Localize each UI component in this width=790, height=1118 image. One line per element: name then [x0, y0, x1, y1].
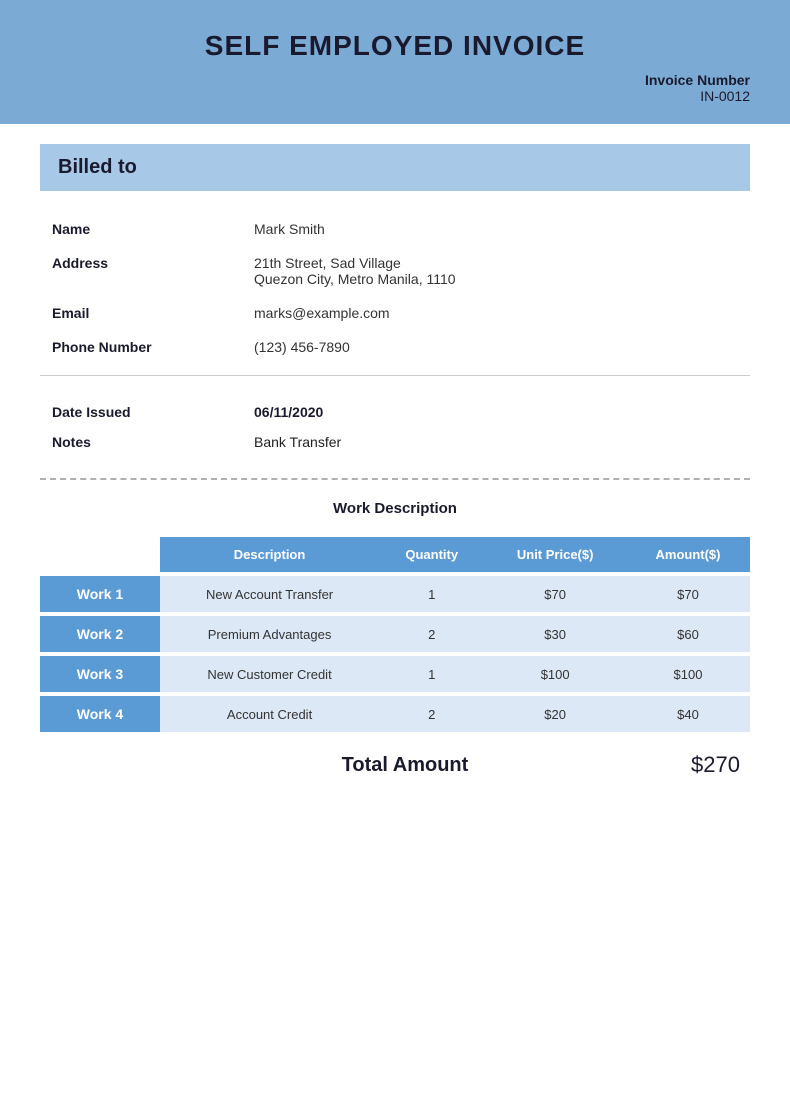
work-unit-price: $30 — [484, 616, 626, 652]
total-label: Total Amount — [170, 754, 640, 777]
dashed-divider — [40, 478, 750, 480]
total-section: Total Amount $270 — [40, 736, 750, 778]
date-issued-value: 06/11/2020 — [244, 398, 748, 426]
field-value: (123) 456-7890 — [244, 331, 748, 363]
table-row: Work 4 Account Credit 2 $20 $40 — [40, 696, 750, 732]
work-amount: $100 — [626, 656, 750, 692]
col-header-quantity: Quantity — [379, 537, 484, 572]
work-quantity: 2 — [379, 616, 484, 652]
work-description: Premium Advantages — [160, 616, 379, 652]
table-row: Notes Bank Transfer — [42, 428, 748, 456]
col-header-amount: Amount($) — [626, 537, 750, 572]
work-amount: $40 — [626, 696, 750, 732]
work-description: New Customer Credit — [160, 656, 379, 692]
work-table: Description Quantity Unit Price($) Amoun… — [40, 533, 750, 736]
invoice-number-value: IN-0012 — [40, 88, 750, 104]
work-unit-price: $70 — [484, 576, 626, 612]
divider — [40, 375, 750, 376]
field-label: Phone Number — [42, 331, 242, 363]
work-label: Work 3 — [40, 656, 160, 692]
col-header-unit-price: Unit Price($) — [484, 537, 626, 572]
table-row: Name Mark Smith — [42, 213, 748, 245]
table-row: Work 3 New Customer Credit 1 $100 $100 — [40, 656, 750, 692]
client-info-table: Name Mark Smith Address 21th Street, Sad… — [40, 211, 750, 365]
notes-value: Bank Transfer — [244, 428, 748, 456]
field-label: Notes — [42, 428, 242, 456]
work-unit-price: $100 — [484, 656, 626, 692]
work-amount: $60 — [626, 616, 750, 652]
field-label: Email — [42, 297, 242, 329]
invoice-number-label: Invoice Number — [40, 72, 750, 88]
page-title: SELF EMPLOYED INVOICE — [40, 30, 750, 62]
work-quantity: 1 — [379, 576, 484, 612]
table-row: Phone Number (123) 456-7890 — [42, 331, 748, 363]
col-header-description: Description — [160, 537, 379, 572]
table-row: Date Issued 06/11/2020 — [42, 398, 748, 426]
work-label: Work 4 — [40, 696, 160, 732]
header: SELF EMPLOYED INVOICE Invoice Number IN-… — [0, 0, 790, 124]
invoice-number-block: Invoice Number IN-0012 — [40, 72, 750, 104]
field-label: Date Issued — [42, 398, 242, 426]
total-value: $270 — [640, 752, 740, 778]
field-label: Address — [42, 247, 242, 295]
work-unit-price: $20 — [484, 696, 626, 732]
work-description-title: Work Description — [40, 500, 750, 517]
work-amount: $70 — [626, 576, 750, 612]
work-description: New Account Transfer — [160, 576, 379, 612]
work-description: Account Credit — [160, 696, 379, 732]
body: Billed to Name Mark Smith Address 21th S… — [0, 124, 790, 818]
billed-to-title: Billed to — [58, 156, 732, 179]
table-row: Work 2 Premium Advantages 2 $30 $60 — [40, 616, 750, 652]
field-label: Name — [42, 213, 242, 245]
table-row: Work 1 New Account Transfer 1 $70 $70 — [40, 576, 750, 612]
table-row: Address 21th Street, Sad VillageQuezon C… — [42, 247, 748, 295]
work-quantity: 1 — [379, 656, 484, 692]
field-value: Mark Smith — [244, 213, 748, 245]
work-label: Work 2 — [40, 616, 160, 652]
work-quantity: 2 — [379, 696, 484, 732]
billed-to-header: Billed to — [40, 144, 750, 191]
field-value: 21th Street, Sad VillageQuezon City, Met… — [244, 247, 748, 295]
field-value: marks@example.com — [244, 297, 748, 329]
page: SELF EMPLOYED INVOICE Invoice Number IN-… — [0, 0, 790, 1118]
work-label: Work 1 — [40, 576, 160, 612]
meta-info-table: Date Issued 06/11/2020 Notes Bank Transf… — [40, 396, 750, 458]
table-row: Email marks@example.com — [42, 297, 748, 329]
table-header-row: Description Quantity Unit Price($) Amoun… — [40, 537, 750, 572]
col-header-empty — [40, 537, 160, 572]
